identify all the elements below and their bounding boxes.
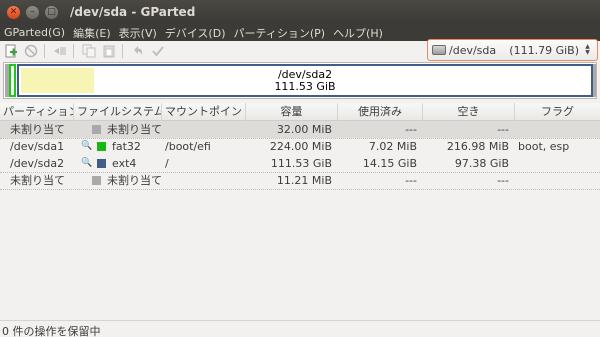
column-header-filesystem[interactable]: ファイルシステム <box>74 103 162 121</box>
column-header-size[interactable]: 容量 <box>246 103 338 121</box>
cell-partition: /dev/sda2 <box>10 157 65 170</box>
cell-filesystem-label: ext4 <box>112 157 137 170</box>
column-header-flags[interactable]: フラグ <box>515 103 600 121</box>
undo-button[interactable] <box>129 43 147 59</box>
table-row[interactable]: 未割り当て 未割り当て 11.21 MiB --- --- <box>0 172 600 189</box>
paste-icon <box>103 45 115 57</box>
cell-filesystem: 🔍 fat32 <box>74 138 162 155</box>
cell-free: 216.98 MiB <box>446 140 509 153</box>
menu-device[interactable]: デバイス(D) <box>161 25 230 41</box>
cell-mountpoint <box>162 172 246 189</box>
diskmap-sda2-label: /dev/sda2 111.53 GiB <box>19 69 591 93</box>
cell-free: --- <box>497 174 509 187</box>
row-divider <box>0 172 600 173</box>
diskmap-sda1-segment[interactable] <box>9 64 16 97</box>
delete-partition-icon <box>24 44 38 57</box>
cell-used: --- <box>405 174 417 187</box>
row-divider <box>0 138 600 139</box>
menu-help[interactable]: ヘルプ(H) <box>329 25 387 41</box>
table-header: パーティション ファイルシステム マウントポイント 容量 使用済み 空き フラグ <box>0 103 600 121</box>
cell-flags <box>515 155 600 172</box>
apply-button[interactable] <box>149 43 167 59</box>
window-title: /dev/sda - GParted <box>70 5 196 19</box>
undo-icon <box>134 45 142 55</box>
cell-filesystem: 未割り当て <box>74 121 162 138</box>
column-header-mountpoint[interactable]: マウントポイント <box>162 103 246 121</box>
cell-filesystem-label: 未割り当て <box>107 123 162 136</box>
row-divider <box>0 189 600 190</box>
column-header-partition[interactable]: パーティション <box>0 103 74 121</box>
column-header-used[interactable]: 使用済み <box>338 103 423 121</box>
status-bar: 0 件の操作を保留中 <box>0 320 600 337</box>
device-size: (111.79 GiB) <box>509 43 579 57</box>
new-partition-icon <box>5 44 17 57</box>
copy-icon <box>82 44 96 57</box>
cell-filesystem-label: 未割り当て <box>107 174 162 187</box>
cell-mountpoint: / <box>165 157 169 170</box>
gparted-window: ✕ – □ /dev/sda - GParted GParted(G) 編集(E… <box>0 0 600 337</box>
disk-icon <box>432 45 446 55</box>
toolbar-separator <box>44 43 45 58</box>
title-bar: ✕ – □ /dev/sda - GParted <box>0 0 600 24</box>
partition-table: パーティション ファイルシステム マウントポイント 容量 使用済み 空き フラグ… <box>0 103 600 189</box>
key-icon: 🔍 <box>81 141 93 151</box>
menu-view[interactable]: 表示(V) <box>115 25 161 41</box>
column-header-free[interactable]: 空き <box>423 103 515 121</box>
cell-partition: /dev/sda1 <box>10 140 65 153</box>
minimize-icon: – <box>30 6 35 17</box>
delete-partition-button[interactable] <box>22 43 40 59</box>
diskmap-partition-size: 111.53 GiB <box>274 80 336 93</box>
table-row[interactable]: /dev/sda2 🔍 ext4 / 111.53 GiB 14.15 GiB … <box>0 155 600 172</box>
diskmap-sda2-segment[interactable]: /dev/sda2 111.53 GiB <box>17 64 593 97</box>
cell-size: 11.21 MiB <box>276 174 332 187</box>
cell-size: 111.53 GiB <box>270 157 332 170</box>
close-button[interactable]: ✕ <box>7 5 20 19</box>
resize-move-button[interactable] <box>51 43 69 59</box>
cell-mountpoint: /boot/efi <box>165 140 211 153</box>
menu-partition[interactable]: パーティション(P) <box>230 25 330 41</box>
key-icon: 🔍 <box>81 158 93 168</box>
filesystem-color-swatch <box>97 159 106 168</box>
new-partition-button[interactable] <box>2 43 20 59</box>
device-name: /dev/sda <box>449 43 497 57</box>
toolbar-separator <box>122 43 123 58</box>
table-row[interactable]: 未割り当て 未割り当て 32.00 MiB --- --- <box>0 121 600 138</box>
device-selector[interactable]: /dev/sda (111.79 GiB) ▲ ▼ <box>427 39 598 61</box>
cell-used: 7.02 MiB <box>368 140 417 153</box>
maximize-icon: □ <box>47 6 56 17</box>
cell-used: --- <box>405 123 417 136</box>
disk-map: /dev/sda2 111.53 GiB <box>3 62 597 99</box>
minimize-button[interactable]: – <box>26 5 39 19</box>
cell-mountpoint <box>162 121 246 138</box>
cell-filesystem: 🔍 ext4 <box>74 155 162 172</box>
menu-gparted[interactable]: GParted(G) <box>0 26 69 39</box>
cell-used: 14.15 GiB <box>362 157 417 170</box>
resize-move-icon <box>54 46 66 55</box>
cell-filesystem: 未割り当て <box>74 172 162 189</box>
cell-free: --- <box>497 123 509 136</box>
paste-button[interactable] <box>100 43 118 59</box>
cell-flags <box>515 172 600 189</box>
copy-button[interactable] <box>80 43 98 59</box>
cell-free: 97.38 GiB <box>454 157 509 170</box>
apply-icon <box>152 45 164 57</box>
maximize-button[interactable]: □ <box>45 5 58 19</box>
filesystem-color-swatch <box>97 142 106 151</box>
close-icon: ✕ <box>9 6 18 17</box>
cell-filesystem-label: fat32 <box>112 140 141 153</box>
filesystem-color-swatch <box>92 125 101 134</box>
cell-flags <box>515 121 600 138</box>
menu-edit[interactable]: 編集(E) <box>69 25 115 41</box>
cell-partition: 未割り当て <box>10 123 65 136</box>
toolbar-separator <box>73 43 74 58</box>
cell-size: 224.00 MiB <box>269 140 332 153</box>
cell-size: 32.00 MiB <box>276 123 332 136</box>
pending-operations-status: 0 件の操作を保留中 <box>2 325 101 337</box>
cell-flags: boot, esp <box>518 140 570 153</box>
filesystem-color-swatch <box>92 176 101 185</box>
diskmap-unallocated-segment[interactable] <box>593 64 596 97</box>
table-row[interactable]: /dev/sda1 🔍 fat32 /boot/efi 224.00 MiB 7… <box>0 138 600 155</box>
cell-partition: 未割り当て <box>10 174 65 187</box>
chevron-updown-icon: ▲ ▼ <box>585 43 590 56</box>
